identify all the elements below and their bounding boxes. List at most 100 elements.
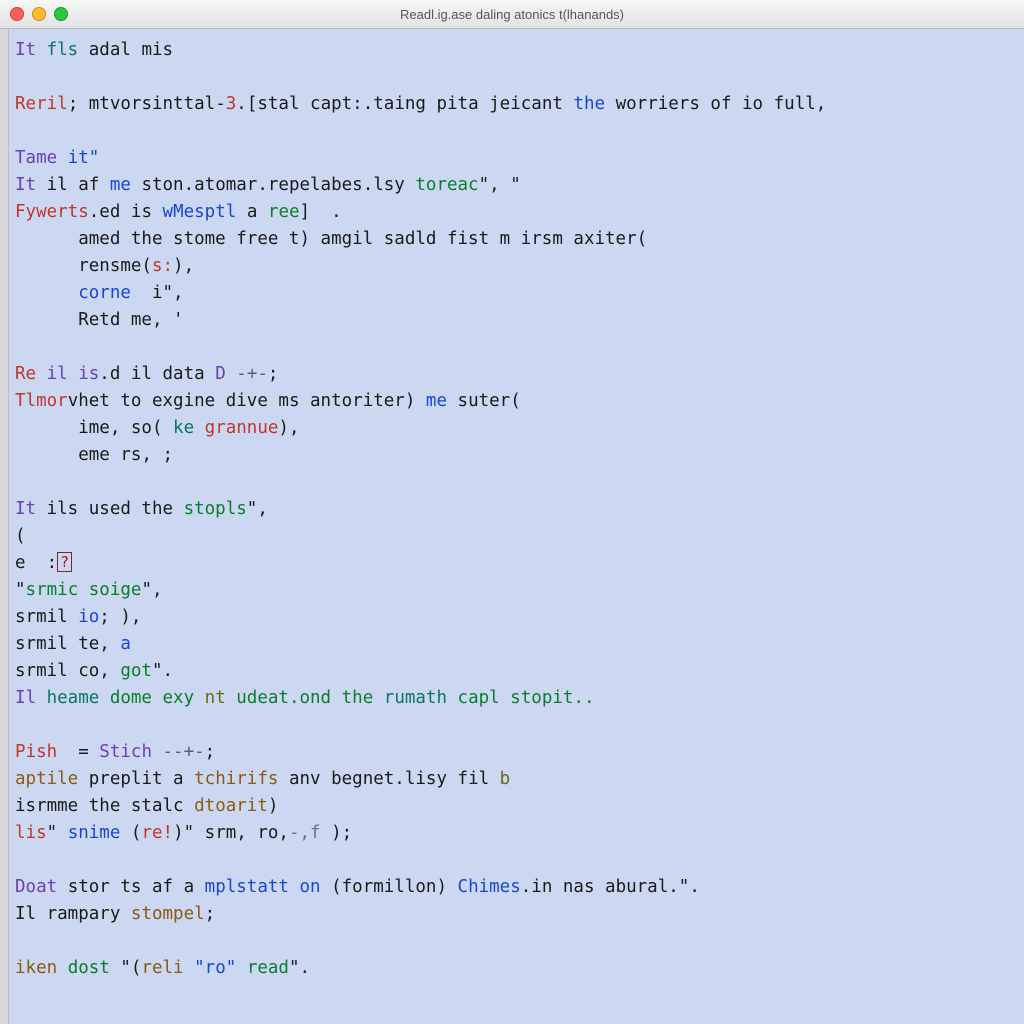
- code-area[interactable]: It fls adal mis Reril; mtvorsinttal-3.[s…: [9, 29, 1024, 1024]
- gutter: [0, 29, 9, 1024]
- tok: nt: [205, 688, 237, 708]
- tok: io: [78, 607, 99, 627]
- tok: Tame: [15, 148, 68, 168]
- tok: adal mis: [89, 40, 173, 60]
- tok: ;: [268, 364, 279, 384]
- tok: rumath: [384, 688, 458, 708]
- tok: -,f: [289, 823, 331, 843]
- tok: ston.atomar.repelabes.lsy: [141, 175, 415, 195]
- tok: got: [120, 661, 152, 681]
- tok: wMesptl: [163, 202, 247, 222]
- tok: srmic soige: [26, 580, 142, 600]
- tok: isrmme the stalc: [15, 796, 194, 816]
- tok: suter(: [458, 391, 521, 411]
- tok: It: [15, 499, 47, 519]
- tok: udeat.ond the: [236, 688, 384, 708]
- tok: s:: [152, 256, 173, 276]
- tok: "ro": [194, 958, 247, 978]
- tok: dost: [68, 958, 121, 978]
- tok: ": [15, 580, 26, 600]
- tok: Il: [15, 688, 47, 708]
- tok: ;: [205, 742, 216, 762]
- tok: ",: [247, 499, 268, 519]
- tok: Pish: [15, 742, 78, 762]
- tok: ", ": [479, 175, 521, 195]
- tok: (: [131, 823, 142, 843]
- tok: ): [268, 796, 279, 816]
- tok: ils used the: [47, 499, 184, 519]
- tok: stompel: [131, 904, 205, 924]
- tok: Re: [15, 364, 47, 384]
- tok: ] .: [300, 202, 342, 222]
- tok: Reril: [15, 94, 68, 114]
- tok: toreac: [415, 175, 478, 195]
- tok: snime: [68, 823, 131, 843]
- tok: worriers of io full,: [616, 94, 827, 114]
- tok: re!: [141, 823, 173, 843]
- tok: ree: [268, 202, 300, 222]
- tok: i",: [152, 283, 184, 303]
- tok: rensme(: [15, 256, 152, 276]
- tok: dome exy: [110, 688, 205, 708]
- tok: (: [15, 526, 26, 546]
- tok: )" srm, ro,: [173, 823, 289, 843]
- tok: iken: [15, 958, 68, 978]
- tok: ",: [141, 580, 162, 600]
- tok: it": [68, 148, 100, 168]
- tok: eme rs, ;: [15, 445, 173, 465]
- tok: Retd me, ': [15, 310, 184, 330]
- tok: a: [120, 634, 131, 654]
- tok: preplit a: [89, 769, 194, 789]
- tok: .ed is: [89, 202, 163, 222]
- tok: anv begnet.lisy fil: [289, 769, 500, 789]
- tok: aptile: [15, 769, 89, 789]
- window-title: Readl.ig.ase daling atonics t(lhanands): [0, 7, 1024, 22]
- tok: reli: [141, 958, 194, 978]
- tok: It: [15, 40, 47, 60]
- tok: D: [215, 364, 236, 384]
- app-window: Readl.ig.ase daling atonics t(lhanands) …: [0, 0, 1024, 1024]
- tok: Stich: [99, 742, 162, 762]
- tok: stor ts af a: [68, 877, 205, 897]
- tok: --+-: [163, 742, 205, 762]
- tok: 3: [226, 94, 237, 114]
- tok: "(: [120, 958, 141, 978]
- tok: vhet to exgine dive ms antoriter): [68, 391, 426, 411]
- tok: me: [110, 175, 142, 195]
- tok: lis: [15, 823, 47, 843]
- tok: ".: [152, 661, 173, 681]
- tok: fls: [47, 40, 89, 60]
- tok: .d il data: [99, 364, 215, 384]
- tok: Fywerts: [15, 202, 89, 222]
- tok: amed the stome free t) amgil sadld fist …: [15, 229, 647, 249]
- tok: srmil co,: [15, 661, 120, 681]
- tok: b: [500, 769, 511, 789]
- tok: ),: [278, 418, 299, 438]
- tok: corne: [78, 283, 152, 303]
- tok: tchirifs: [194, 769, 289, 789]
- tok: srmil te,: [15, 634, 120, 654]
- titlebar: Readl.ig.ase daling atonics t(lhanands): [0, 0, 1024, 29]
- tok: ".: [289, 958, 310, 978]
- tok: It: [15, 175, 47, 195]
- tok: mplstatt on: [205, 877, 331, 897]
- tok: ; ),: [99, 607, 141, 627]
- tok: ": [47, 823, 68, 843]
- tok: stopls: [184, 499, 247, 519]
- tok: =: [78, 742, 99, 762]
- tok: -+-: [236, 364, 268, 384]
- tok: il is: [47, 364, 100, 384]
- tok: Chimes: [458, 877, 521, 897]
- tok: (formillon): [331, 877, 457, 897]
- tok: Tlmor: [15, 391, 68, 411]
- code-content[interactable]: It fls adal mis Reril; mtvorsinttal-3.[s…: [15, 37, 1014, 982]
- tok: a: [247, 202, 268, 222]
- tok: ime, so(: [15, 418, 173, 438]
- tok: e :: [15, 553, 57, 573]
- tok: ;: [205, 904, 216, 924]
- tok: me: [426, 391, 458, 411]
- tok: .[stal capt:.taing pita jeicant: [236, 94, 573, 114]
- tok: the: [573, 94, 615, 114]
- tok: srmil: [15, 607, 78, 627]
- tok: Il rampary: [15, 904, 131, 924]
